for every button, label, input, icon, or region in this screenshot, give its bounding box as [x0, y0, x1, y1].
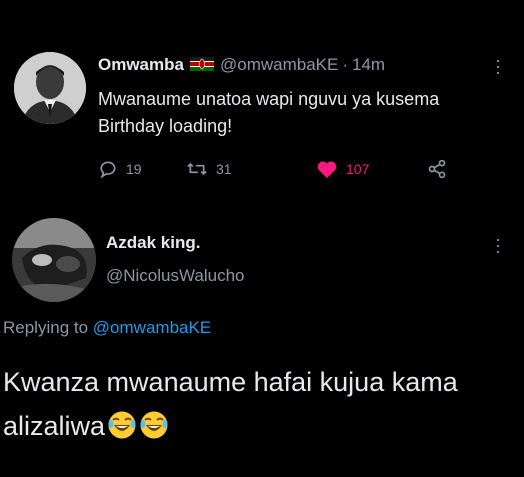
kenya-flag-icon	[189, 57, 214, 71]
replier-avatar-image	[12, 218, 96, 302]
retweet-button[interactable]: 31	[186, 159, 232, 179]
replying-to-mention[interactable]: @omwambaKE	[93, 318, 211, 337]
comment-icon	[100, 161, 116, 179]
replying-to-line: Replying to @omwambaKE	[3, 318, 211, 338]
more-vertical-icon[interactable]: · · ·	[494, 51, 502, 81]
replier-name[interactable]: Azdak king.	[106, 233, 200, 253]
share-icon	[428, 159, 446, 179]
replier-handle[interactable]: @NicolusWalucho	[106, 266, 245, 286]
share-button[interactable]	[426, 159, 448, 179]
replying-prefix: Replying to	[3, 318, 89, 337]
reply-text-block: Kwanza mwanaume hafai kujua kama alizali…	[3, 360, 503, 448]
more-vertical-icon[interactable]: · · ·	[494, 230, 502, 260]
tweet-text: Mwanaume unatoa wapi nguvu ya kusema Bir…	[98, 89, 440, 136]
avatar[interactable]	[12, 218, 96, 302]
reply-button[interactable]: 19	[98, 159, 142, 179]
like-button[interactable]: 107	[316, 159, 369, 179]
reply-text: Kwanza mwanaume hafai kujua kama alizali…	[3, 367, 458, 441]
tweet-actions: 19 31 107	[98, 159, 478, 181]
avatar[interactable]	[14, 52, 86, 124]
tweet-time[interactable]: 14m	[352, 55, 385, 74]
like-count: 107	[346, 161, 370, 177]
author-avatar-image	[14, 52, 86, 124]
tweet-header: Omwamba @omwambaKE · 14m	[98, 55, 385, 75]
heart-icon	[317, 161, 337, 179]
retweet-count: 31	[216, 161, 232, 177]
author-handle[interactable]: @omwambaKE	[220, 55, 338, 74]
separator: ·	[342, 55, 349, 74]
original-tweet[interactable]: Omwamba @omwambaKE · 14m · · · Mwanaume unat…	[0, 0, 524, 205]
retweet-icon	[187, 162, 207, 176]
joy-emoji	[140, 411, 168, 439]
tweet-thread: Omwamba @omwambaKE · 14m · · · Mwanaume unat…	[0, 0, 524, 477]
reply-count: 19	[126, 161, 142, 177]
joy-emoji	[108, 411, 136, 439]
author-name[interactable]: Omwamba	[98, 55, 184, 74]
